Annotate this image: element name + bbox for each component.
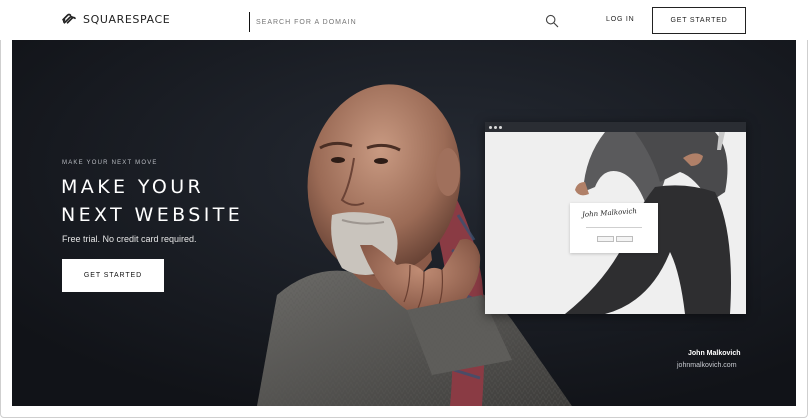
signature-divider — [586, 227, 642, 228]
brand-name: SQUARESPACE — [83, 12, 171, 26]
credit-url-link[interactable]: johnmalkovich.com — [677, 362, 737, 369]
squarespace-logo-icon — [62, 13, 76, 24]
domain-search-input[interactable] — [250, 18, 530, 26]
site-header: SQUARESPACE LOG IN GET STARTED — [0, 0, 808, 40]
hero-eyebrow: MAKE YOUR NEXT MOVE — [62, 160, 158, 166]
headline-line-1: MAKE YOUR — [61, 176, 205, 198]
credit-name: John Malkovich — [688, 350, 741, 357]
hero-headline: MAKE YOUR NEXT WEBSITE — [61, 173, 243, 229]
signature-card: John Malkovich — [570, 203, 658, 253]
mockup-button — [597, 236, 614, 242]
signature-text: John Malkovich — [581, 207, 638, 219]
hero-subtext: Free trial. No credit card required. — [62, 234, 197, 244]
login-link[interactable]: LOG IN — [606, 16, 635, 23]
mockup-button — [616, 236, 633, 242]
window-dot-icon — [489, 126, 492, 129]
hero-get-started-button[interactable]: GET STARTED — [62, 259, 164, 292]
website-preview-mockup: John Malkovich — [485, 122, 746, 314]
search-icon[interactable] — [545, 14, 559, 28]
mockup-browser-bar — [485, 122, 746, 132]
mockup-content: John Malkovich — [485, 132, 746, 314]
brand-logo[interactable]: SQUARESPACE — [60, 12, 170, 26]
hero-section: MAKE YOUR NEXT MOVE MAKE YOUR NEXT WEBSI… — [12, 40, 796, 406]
window-dot-icon — [494, 126, 497, 129]
window-dot-icon — [499, 126, 502, 129]
headline-line-2: NEXT WEBSITE — [61, 204, 244, 226]
domain-search — [249, 12, 561, 32]
header-get-started-button[interactable]: GET STARTED — [652, 7, 746, 34]
